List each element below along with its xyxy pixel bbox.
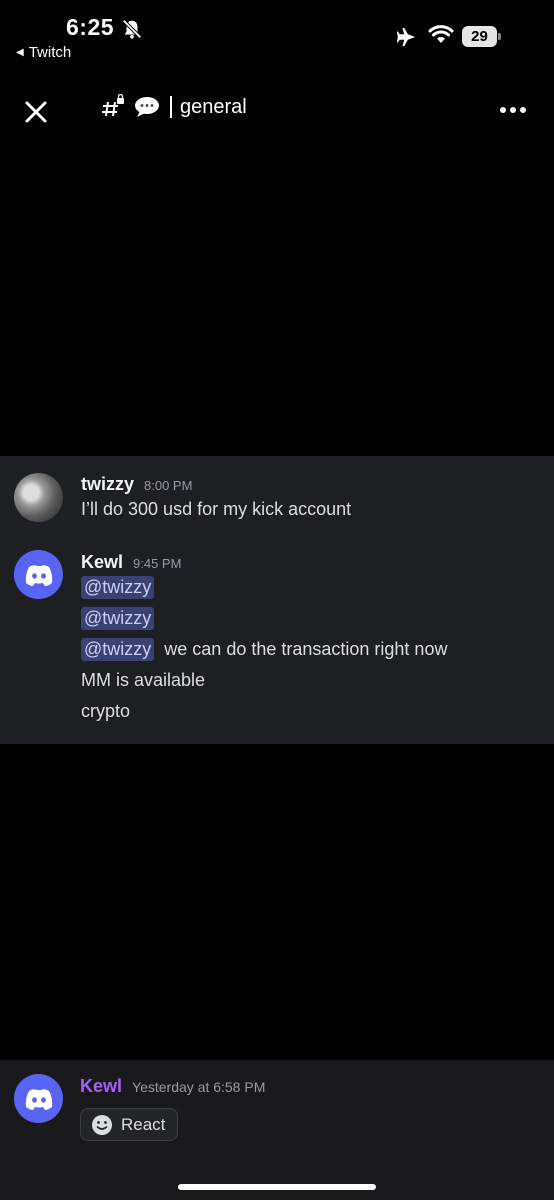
more-dot-icon — [520, 107, 526, 113]
message-action-sheet: Kewl Yesterday at 6:58 PM React — [0, 1060, 554, 1200]
timestamp: Yesterday at 6:58 PM — [132, 1079, 266, 1095]
username[interactable]: Kewl — [81, 552, 123, 573]
user-mention[interactable]: @twizzy — [81, 576, 155, 599]
more-dot-icon — [510, 107, 516, 113]
message-text: I’ll do 300 usd for my kick account — [81, 499, 352, 519]
channel-header: general — [0, 80, 554, 140]
message-text: we can do the transaction right now — [164, 639, 448, 659]
messages-panel: twizzy 8:00 PM I’ll do 300 usd for my ki… — [0, 456, 554, 744]
message-header: Kewl 9:45 PM — [81, 552, 181, 573]
bell-muted-icon — [122, 19, 142, 39]
discord-logo-icon — [25, 1088, 52, 1110]
discord-logo-icon — [25, 564, 52, 586]
smiley-icon — [92, 1114, 112, 1135]
message-line: @twizzy — [81, 576, 155, 599]
battery-level: 29 — [462, 26, 497, 47]
back-caret-icon: ◀ — [16, 47, 24, 58]
react-button[interactable]: React — [80, 1108, 178, 1141]
channel-name: general — [180, 95, 247, 118]
more-dot-icon — [500, 107, 506, 113]
user-mention[interactable]: @twizzy — [81, 638, 155, 661]
screen: 6:25 ◀ Twitch 29 general twizzy 8:00 PM … — [0, 0, 554, 1200]
title-divider — [170, 96, 172, 118]
username[interactable]: twizzy — [81, 474, 134, 495]
react-label: React — [121, 1114, 166, 1134]
message-text: crypto — [81, 701, 131, 721]
avatar[interactable] — [14, 1074, 63, 1123]
more-options-button[interactable] — [500, 104, 534, 116]
speech-bubble-icon — [135, 97, 159, 117]
wifi-icon — [428, 25, 454, 43]
avatar[interactable] — [14, 473, 63, 522]
battery-cap — [498, 33, 501, 40]
channel-title[interactable]: general — [100, 94, 247, 120]
home-indicator[interactable] — [178, 1184, 376, 1190]
back-to-app-link[interactable]: ◀ Twitch — [16, 44, 71, 61]
battery-indicator: 29 — [462, 26, 501, 47]
avatar[interactable] — [14, 550, 63, 599]
close-icon[interactable] — [20, 96, 52, 128]
username[interactable]: Kewl — [80, 1076, 122, 1097]
sheet-header: Kewl Yesterday at 6:58 PM — [80, 1076, 265, 1097]
message-text: MM is available — [81, 670, 206, 690]
status-time: 6:25 — [66, 14, 115, 40]
locked-channel-hash-icon — [102, 94, 124, 117]
timestamp: 9:45 PM — [133, 556, 182, 571]
airplane-mode-icon — [396, 27, 416, 47]
message-header: twizzy 8:00 PM — [81, 474, 192, 495]
user-mention[interactable]: @twizzy — [81, 607, 155, 630]
message-line: @twizzy we can do the transaction right … — [81, 638, 447, 661]
status-bar: 6:25 ◀ Twitch 29 — [0, 0, 554, 70]
message-line: @twizzy — [81, 607, 155, 630]
back-app-label: Twitch — [28, 44, 72, 61]
timestamp: 8:00 PM — [144, 478, 193, 493]
